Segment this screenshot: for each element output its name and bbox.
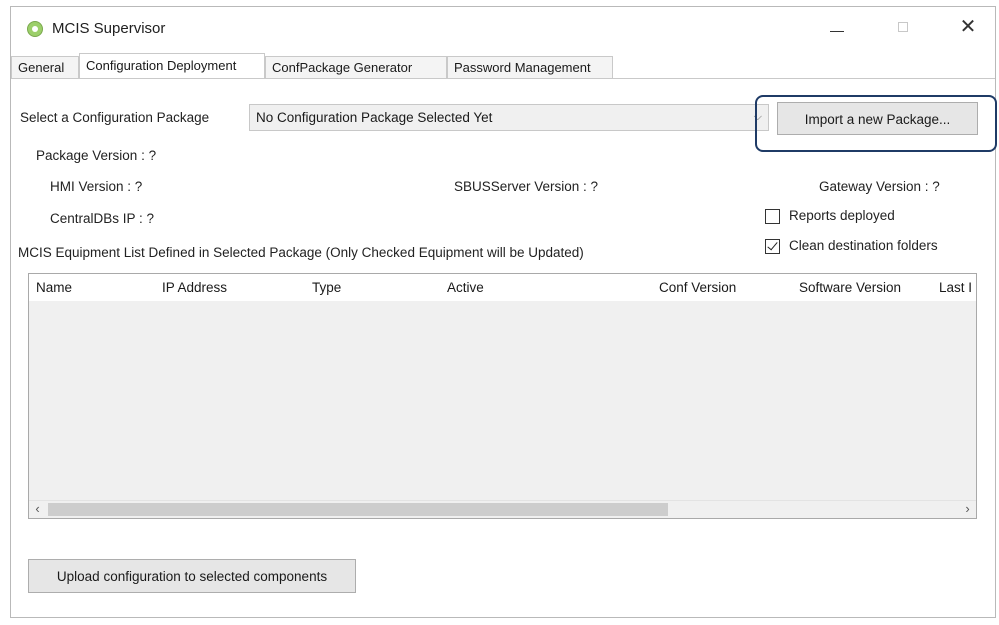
tab-general[interactable]: General xyxy=(11,56,79,78)
app-logo-icon xyxy=(27,21,43,37)
window-title: MCIS Supervisor xyxy=(52,20,166,37)
upload-configuration-button[interactable]: Upload configuration to selected compone… xyxy=(28,559,356,593)
reports-deployed-label: Reports deployed xyxy=(789,208,895,223)
tab-password-management[interactable]: Password Management xyxy=(447,56,613,78)
clean-folders-label: Clean destination folders xyxy=(789,238,938,253)
gateway-version-label: Gateway Version : ? xyxy=(819,179,940,194)
import-package-button[interactable]: Import a new Package... xyxy=(777,102,978,135)
package-select-value: No Configuration Package Selected Yet xyxy=(256,110,493,125)
scroll-right-icon[interactable]: › xyxy=(959,501,976,518)
tab-configuration-deployment[interactable]: Configuration Deployment xyxy=(79,53,265,79)
scroll-left-icon[interactable]: ‹ xyxy=(29,501,46,518)
clean-folders-checkbox[interactable] xyxy=(765,239,780,254)
package-version-label: Package Version : ? xyxy=(36,148,157,163)
configuration-deployment-panel: Select a Configuration Package No Config… xyxy=(12,79,997,616)
sbusserver-version-label: SBUSServer Version : ? xyxy=(454,179,599,194)
equipment-list-label: MCIS Equipment List Defined in Selected … xyxy=(18,245,584,260)
select-package-label: Select a Configuration Package xyxy=(20,110,210,125)
column-header-name[interactable]: Name xyxy=(29,274,155,301)
scrollbar-thumb[interactable] xyxy=(48,503,668,516)
minimize-icon[interactable] xyxy=(824,17,850,39)
column-header-last[interactable]: Last I xyxy=(932,274,976,301)
hmi-version-label: HMI Version : ? xyxy=(50,179,143,194)
column-header-active[interactable]: Active xyxy=(440,274,652,301)
reports-deployed-checkbox[interactable] xyxy=(765,209,780,224)
package-select[interactable]: No Configuration Package Selected Yet ⌵ xyxy=(249,104,769,131)
horizontal-scrollbar[interactable]: ‹ › xyxy=(29,500,976,518)
tab-confpackage-generator[interactable]: ConfPackage Generator xyxy=(265,56,447,78)
equipment-list[interactable]: Name IP Address Type Active Conf Version… xyxy=(28,273,977,519)
column-header-type[interactable]: Type xyxy=(305,274,440,301)
equipment-list-header: Name IP Address Type Active Conf Version… xyxy=(29,274,976,301)
column-header-software-version[interactable]: Software Version xyxy=(792,274,932,301)
main-window: MCIS Supervisor ✕ General Configuration … xyxy=(10,6,997,618)
column-header-ip-address[interactable]: IP Address xyxy=(155,274,305,301)
title-bar[interactable]: MCIS Supervisor ✕ xyxy=(11,7,995,49)
tab-bar: General Configuration Deployment ConfPac… xyxy=(11,53,995,79)
column-header-conf-version[interactable]: Conf Version xyxy=(652,274,792,301)
close-icon[interactable]: ✕ xyxy=(955,17,981,39)
centraldbs-ip-label: CentralDBs IP : ? xyxy=(50,211,155,226)
maximize-icon[interactable] xyxy=(891,17,917,39)
